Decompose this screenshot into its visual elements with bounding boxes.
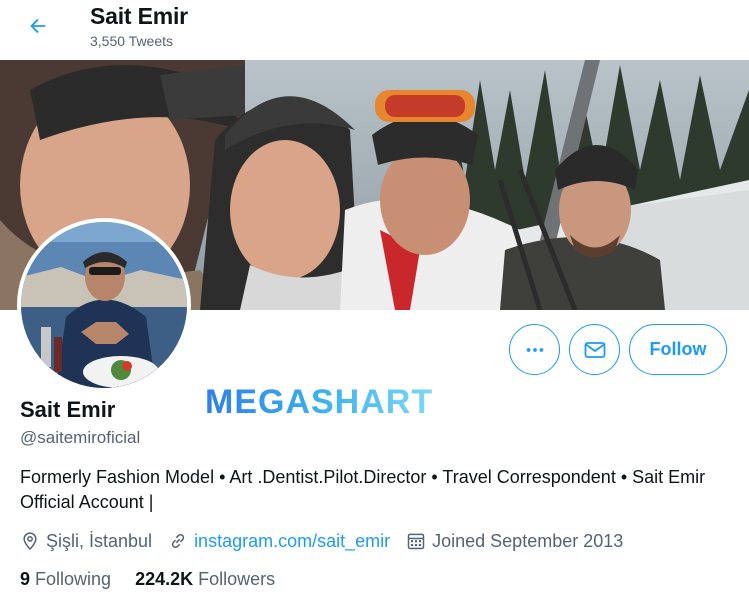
profile-bio: Formerly Fashion Model • Art .Dentist.Pi…	[20, 467, 706, 512]
link-icon	[171, 533, 185, 549]
calendar-icon	[407, 533, 425, 550]
profile-meta: Şişli, İstanbul instagram.com/sait_emir …	[20, 528, 639, 554]
header-title: Sait Emir	[90, 3, 188, 29]
follow-button[interactable]: Follow	[629, 324, 727, 375]
avatar[interactable]	[17, 218, 191, 392]
joined-text: Joined September 2013	[432, 530, 624, 551]
envelope-icon	[584, 341, 605, 358]
followers-link[interactable]: 224.2K Followers	[135, 569, 275, 590]
followers-label: Followers	[198, 569, 276, 589]
more-button[interactable]	[509, 324, 560, 375]
more-dots-icon	[526, 347, 543, 352]
message-button[interactable]	[569, 324, 620, 375]
watermark-text: MEGASHART	[205, 383, 433, 419]
location-text: Şişli, İstanbul	[46, 530, 153, 551]
top-bar: Sait Emir 3,550 Tweets	[0, 0, 749, 60]
website-link[interactable]: instagram.com/sait_emir	[194, 531, 390, 552]
watermark-logo: MEGASHART	[205, 383, 433, 419]
website: instagram.com/sait_emir	[168, 531, 390, 552]
profile-stats: 9 Following 224.2K Followers	[20, 569, 299, 590]
tweet-count: 3,550 Tweets	[90, 33, 174, 49]
back-button[interactable]	[20, 8, 56, 44]
location-pin-icon	[23, 532, 37, 550]
following-label: Following	[35, 569, 112, 589]
following-link[interactable]: 9 Following	[20, 569, 111, 590]
location: Şişli, İstanbul	[20, 531, 152, 552]
followers-count: 224.2K	[135, 569, 194, 589]
joined-date: Joined September 2013	[406, 531, 623, 552]
profile-name: Sait Emir	[20, 397, 116, 422]
arrow-left-icon	[30, 18, 46, 34]
profile-handle: @saitemiroficial	[20, 428, 141, 447]
following-count: 9	[20, 569, 31, 589]
